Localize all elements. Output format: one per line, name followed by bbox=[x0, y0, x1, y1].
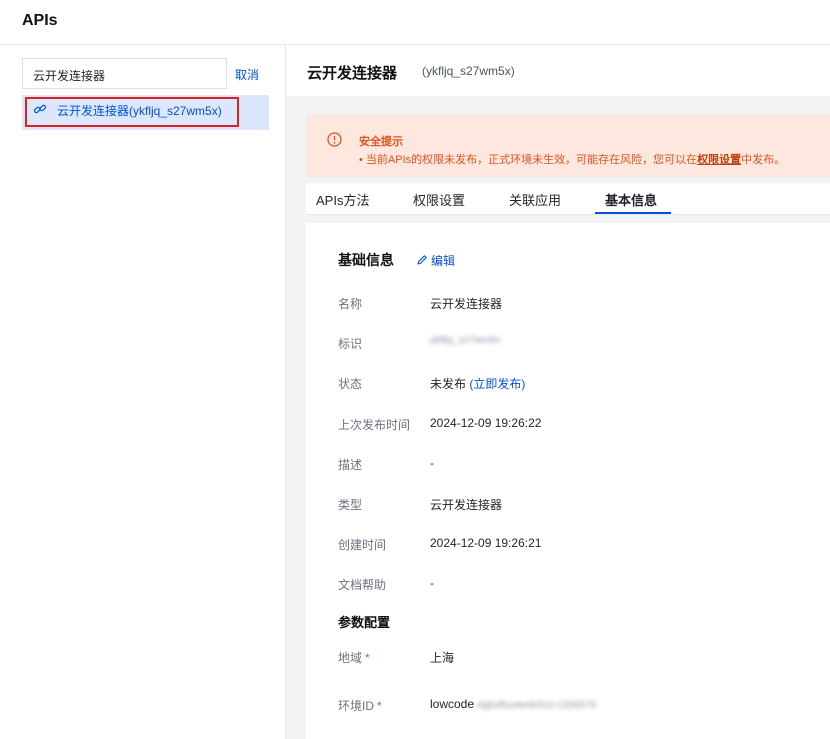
env-id-label: 环境ID * bbox=[338, 697, 382, 714]
search-input[interactable]: 云开发连接器 bbox=[22, 58, 227, 89]
pencil-icon bbox=[417, 255, 427, 265]
region-label-text: 地域 bbox=[338, 651, 363, 665]
tab-permission-settings[interactable]: 权限设置 bbox=[413, 190, 465, 209]
top-bar: APIs bbox=[0, 0, 830, 45]
status-label: 状态 bbox=[338, 377, 363, 391]
env-id-value: lowcode-4gbxfkuoke9r51e-1336576 bbox=[430, 697, 596, 711]
alert-text-after: 中发布。 bbox=[741, 154, 786, 166]
docs-help-label: 文档帮助 bbox=[338, 578, 387, 592]
list-item[interactable]: 云开发连接器(ykfljq_s27wm5x) bbox=[22, 95, 269, 130]
publish-now-link[interactable]: (立即发布) bbox=[469, 377, 525, 391]
last-publish-value: 2024-12-09 19:26:22 bbox=[430, 416, 542, 430]
alert-title: 安全提示 bbox=[359, 136, 403, 148]
active-tab-indicator bbox=[595, 212, 671, 214]
region-value: 上海 bbox=[430, 651, 455, 665]
alert-text: • 当前APIs的权限未发布，正式环境未生效，可能存在风险，您可以在权限设置中发… bbox=[359, 151, 785, 167]
alert-text-before: • 当前APIs的权限未发布，正式环境未生效，可能存在风险，您可以在 bbox=[359, 154, 698, 166]
created-time-label: 创建时间 bbox=[338, 538, 387, 552]
cancel-button[interactable]: 取消 bbox=[235, 66, 259, 83]
permission-settings-link[interactable]: 权限设置 bbox=[697, 154, 741, 166]
identifier-label: 标识 bbox=[338, 337, 363, 351]
main-panel: 云开发连接器 (ykfljq_s27wm5x) 安全提示 • 当前APIs的权限… bbox=[286, 45, 830, 739]
description-value: - bbox=[430, 456, 434, 470]
type-value: 云开发连接器 bbox=[430, 498, 503, 512]
params-section-title: 参数配置 bbox=[338, 615, 391, 630]
basic-info-card: 基础信息 编辑 名称 云开发连接器 标识 ykfljq_s27wm5x 状态 未… bbox=[306, 223, 830, 739]
basic-info-title: 基础信息 bbox=[338, 252, 394, 268]
security-alert: 安全提示 • 当前APIs的权限未发布，正式环境未生效，可能存在风险，您可以在权… bbox=[306, 114, 830, 177]
last-publish-label: 上次发布时间 bbox=[338, 418, 411, 432]
type-label: 类型 bbox=[338, 498, 363, 512]
tab-basic-info[interactable]: 基本信息 bbox=[605, 190, 657, 209]
docs-help-value: - bbox=[430, 576, 434, 590]
created-time-value: 2024-12-09 19:26:21 bbox=[430, 536, 542, 550]
required-mark: * bbox=[365, 651, 370, 665]
link-icon bbox=[33, 104, 47, 114]
page-title: APIs bbox=[22, 12, 58, 29]
identifier-value: ykfljq_s27wm5x bbox=[430, 335, 501, 346]
main-header: 云开发连接器 (ykfljq_s27wm5x) bbox=[286, 45, 830, 96]
required-mark: * bbox=[377, 699, 382, 713]
region-label: 地域 * bbox=[338, 649, 370, 666]
env-id-label-text: 环境ID bbox=[338, 699, 375, 713]
list-item-label: 云开发连接器(ykfljq_s27wm5x) bbox=[57, 104, 222, 118]
name-value: 云开发连接器 bbox=[430, 297, 503, 311]
env-id-blurred: -4gbxfkuoke9r51e-1336576 bbox=[474, 700, 597, 711]
tab-bar: APIs方法 权限设置 关联应用 基本信息 bbox=[306, 183, 830, 215]
sidebar: 云开发连接器 取消 云开发连接器(ykfljq_s27wm5x) bbox=[6, 45, 286, 739]
warning-icon bbox=[327, 132, 342, 147]
description-label: 描述 bbox=[338, 458, 363, 472]
tab-apis-methods[interactable]: APIs方法 bbox=[316, 190, 369, 209]
name-label: 名称 bbox=[338, 297, 363, 311]
connector-id: (ykfljq_s27wm5x) bbox=[422, 64, 515, 78]
env-id-prefix: lowcode bbox=[430, 697, 475, 711]
status-text: 未发布 bbox=[430, 377, 467, 391]
connector-title: 云开发连接器 bbox=[307, 65, 398, 82]
edit-label: 编辑 bbox=[431, 254, 456, 268]
tab-linked-apps[interactable]: 关联应用 bbox=[509, 190, 561, 209]
status-value: 未发布 (立即发布) bbox=[430, 375, 525, 392]
edit-button[interactable]: 编辑 bbox=[416, 252, 455, 269]
